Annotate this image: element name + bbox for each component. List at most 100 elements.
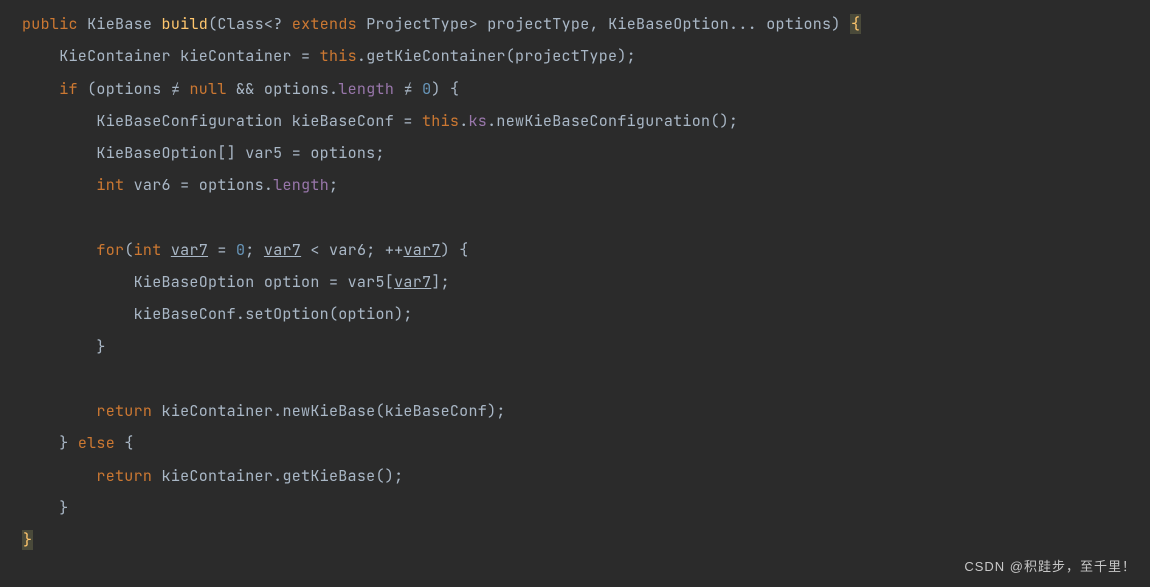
brace: { <box>124 433 133 453</box>
qmark: ? <box>273 14 282 34</box>
var-var7: var7 <box>264 240 301 260</box>
lt: < <box>310 240 319 260</box>
eq: = <box>217 240 226 260</box>
and: && <box>236 79 255 99</box>
code-line-8: for(int var7 = 0; var7 < var6; ++var7) { <box>22 234 1128 266</box>
brace-highlight: } <box>22 530 33 550</box>
method-getkiecontainer: getKieContainer <box>366 46 506 66</box>
paren: ) <box>831 14 840 34</box>
method-getkiebase: getKieBase <box>282 466 375 486</box>
var-kiebaseconf: kieBaseConf <box>134 304 236 324</box>
angle: > <box>469 14 478 34</box>
neq: ≠ <box>171 79 180 99</box>
varargs: ... <box>729 14 757 34</box>
rhs-options: options <box>310 143 375 163</box>
method-build: build <box>162 14 209 34</box>
var-var6: var6 <box>134 175 171 195</box>
code-line-16: } <box>22 492 1128 524</box>
var-kiebaseconf: kieBaseConf <box>292 111 394 131</box>
var-option: option <box>264 272 320 292</box>
code-line-6: int var6 = options.length; <box>22 169 1128 201</box>
type-projecttype: ProjectType <box>366 14 468 34</box>
paren: ( <box>208 14 217 34</box>
comma: , <box>590 14 599 34</box>
code-line-15: return kieContainer.getKieBase(); <box>22 460 1128 492</box>
keyword-int: int <box>96 175 124 195</box>
arg-option: option <box>338 304 394 324</box>
code-line-17: } <box>22 524 1128 556</box>
code-line-4: KieBaseConfiguration kieBaseConf = this.… <box>22 105 1128 137</box>
eq: = <box>292 143 301 163</box>
code-editor[interactable]: public KieBase build(Class<? extends Pro… <box>22 8 1128 556</box>
var-var7: var7 <box>394 272 431 292</box>
type-kiebaseconf: KieBaseConfiguration <box>96 111 282 131</box>
neq: ≠ <box>403 79 412 99</box>
type-kiebaseoption-arr: KieBaseOption[] <box>96 143 236 163</box>
var-var5: var5 <box>348 272 385 292</box>
param-projecttype: projectType <box>487 14 589 34</box>
code-line-11: } <box>22 331 1128 363</box>
dot: . <box>357 46 366 66</box>
num-zero: 0 <box>422 79 431 99</box>
type-kiebaseoption: KieBaseOption <box>134 272 255 292</box>
keyword-extends: extends <box>292 14 357 34</box>
watermark-text: CSDN @积跬步，至千里！ <box>964 553 1136 581</box>
var-kiecontainer: kieContainer <box>180 46 292 66</box>
keyword-public: public <box>22 14 78 34</box>
code-line-10: kieBaseConf.setOption(option); <box>22 298 1128 330</box>
eq: = <box>329 272 338 292</box>
code-line-3: if (options ≠ null && options.length ≠ 0… <box>22 73 1128 105</box>
arg-projecttype: projectType <box>515 46 617 66</box>
var-options: options <box>264 79 329 99</box>
var-options: options <box>96 79 161 99</box>
keyword-int: int <box>134 240 162 260</box>
type-kiecontainer: KieContainer <box>59 46 171 66</box>
code-line-14: } else { <box>22 427 1128 459</box>
rhs-options: options <box>199 175 264 195</box>
keyword-this: this <box>422 111 459 131</box>
keyword-else: else <box>78 433 115 453</box>
var-kiecontainer: kieContainer <box>162 401 274 421</box>
var-var5: var5 <box>245 143 282 163</box>
code-line-1: public KieBase build(Class<? extends Pro… <box>22 8 1128 40</box>
keyword-for: for <box>96 240 124 260</box>
keyword-return: return <box>96 401 152 421</box>
brace: } <box>59 433 68 453</box>
type-kiebaseoption: KieBaseOption <box>608 14 729 34</box>
angle: < <box>264 14 273 34</box>
brace: } <box>59 498 68 518</box>
arg-kiebaseconf: kieBaseConf <box>385 401 487 421</box>
brace-highlight: { <box>850 14 861 34</box>
var-var6: var6 <box>329 240 366 260</box>
prop-length: length <box>273 175 329 195</box>
brace: } <box>96 337 105 357</box>
code-line-5: KieBaseOption[] var5 = options; <box>22 137 1128 169</box>
code-line-9: KieBaseOption option = var5[var7]; <box>22 266 1128 298</box>
code-line-13: return kieContainer.newKieBase(kieBaseCo… <box>22 395 1128 427</box>
type-kiebase: KieBase <box>87 14 152 34</box>
keyword-return: return <box>96 466 152 486</box>
brace: { <box>459 240 468 260</box>
var-var7: var7 <box>403 240 440 260</box>
code-line-2: KieContainer kieContainer = this.getKieC… <box>22 40 1128 72</box>
eq: = <box>180 175 189 195</box>
method-setoption: setOption <box>245 304 329 324</box>
code-line-7 <box>22 202 1128 234</box>
keyword-null: null <box>189 79 226 99</box>
keyword-this: this <box>320 46 357 66</box>
num-zero: 0 <box>236 240 245 260</box>
brace: { <box>450 79 459 99</box>
method-newkiebase: newKieBase <box>282 401 375 421</box>
eq: = <box>301 46 310 66</box>
var-var7: var7 <box>171 240 208 260</box>
method-newkiebaseconf: newKieBaseConfiguration <box>496 111 710 131</box>
var-kiecontainer: kieContainer <box>162 466 274 486</box>
param-options: options <box>766 14 831 34</box>
code-line-12 <box>22 363 1128 395</box>
type-class: Class <box>217 14 264 34</box>
eq: = <box>403 111 412 131</box>
field-ks: ks <box>469 111 488 131</box>
keyword-if: if <box>59 79 78 99</box>
prop-length: length <box>338 79 394 99</box>
inc: ++ <box>385 240 404 260</box>
